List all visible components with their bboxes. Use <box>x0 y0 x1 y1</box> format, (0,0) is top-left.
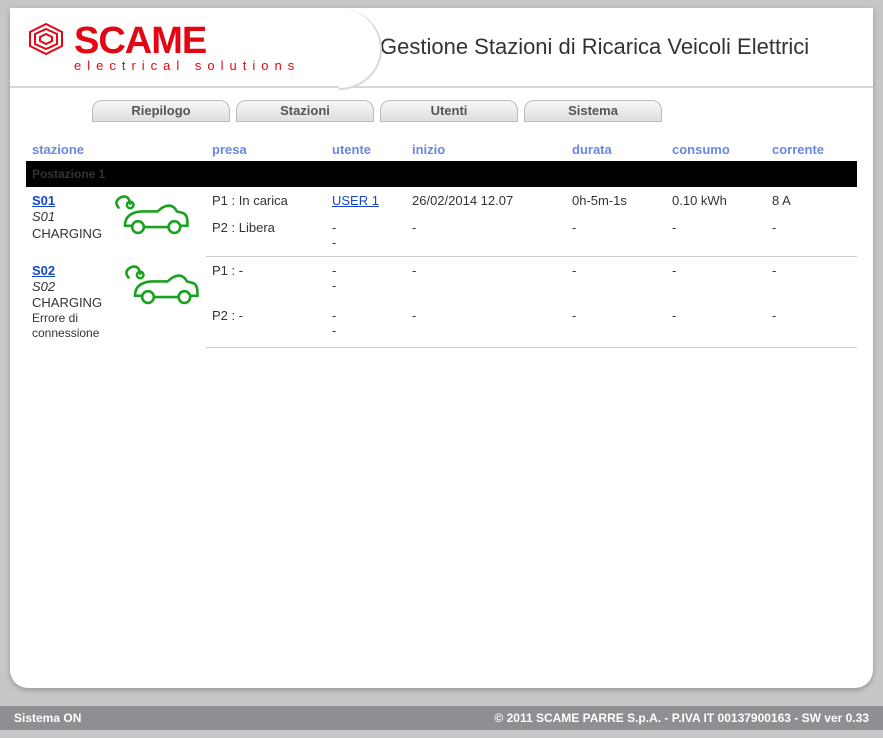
cell-utente: - - <box>326 302 406 347</box>
tab-sistema[interactable]: Sistema <box>524 100 662 122</box>
table-row: S01 S01 CHARGING <box>26 187 857 214</box>
cell-inizio: - <box>406 257 566 302</box>
page-title: Gestione Stazioni di Ricarica Veicoli El… <box>340 34 873 60</box>
station-name: S02 <box>32 279 112 295</box>
user-link[interactable]: USER 1 <box>332 193 379 208</box>
table-row: S02 S02 CHARGING Errore di connessione <box>26 257 857 302</box>
cell-consumo: - <box>666 302 766 347</box>
app-window: SCAME electrical solutions Gestione Staz… <box>10 8 873 688</box>
table-header-row: stazione presa utente inizio durata cons… <box>26 138 857 161</box>
station-error: Errore di connessione <box>32 311 112 341</box>
group-row: Postazione 1 <box>26 161 857 187</box>
col-corrente: corrente <box>766 138 857 161</box>
cell-consumo: - <box>666 214 766 257</box>
brand-name: SCAME <box>74 22 206 60</box>
cell-inizio: 26/02/2014 12.07 <box>406 187 566 214</box>
content-area: stazione presa utente inizio durata cons… <box>10 122 873 348</box>
tab-bar: Riepilogo Stazioni Utenti Sistema <box>10 88 873 122</box>
brand-tagline: electrical solutions <box>28 58 300 73</box>
car-charging-icon <box>112 193 190 242</box>
station-name: S01 <box>32 209 102 225</box>
cell-corrente: - <box>766 302 857 347</box>
tab-stazioni[interactable]: Stazioni <box>236 100 374 122</box>
cell-corrente: - <box>766 257 857 302</box>
system-state: ON <box>63 711 81 725</box>
cell-presa: P2 : - <box>206 302 326 347</box>
logo-icon <box>28 22 64 59</box>
cell-durata: - <box>566 214 666 257</box>
cell-presa: P1 : In carica <box>206 187 326 214</box>
col-stazione: stazione <box>26 138 206 161</box>
car-charging-icon <box>122 263 200 312</box>
cell-consumo: 0.10 kWh <box>666 187 766 214</box>
system-status: Sistema ON <box>14 711 81 725</box>
stations-table: stazione presa utente inizio durata cons… <box>26 138 857 348</box>
cell-utente: - - <box>326 257 406 302</box>
cell-inizio: - <box>406 302 566 347</box>
station-link[interactable]: S01 <box>32 193 102 209</box>
cell-presa: P2 : Libera <box>206 214 326 257</box>
cell-durata: 0h-5m-1s <box>566 187 666 214</box>
header: SCAME electrical solutions Gestione Staz… <box>10 8 873 88</box>
cell-inizio: - <box>406 214 566 257</box>
group-label: Postazione 1 <box>26 161 857 187</box>
tab-utenti[interactable]: Utenti <box>380 100 518 122</box>
station-link[interactable]: S02 <box>32 263 112 279</box>
col-durata: durata <box>566 138 666 161</box>
cell-presa: P1 : - <box>206 257 326 302</box>
cell-durata: - <box>566 302 666 347</box>
station-status: CHARGING <box>32 295 112 311</box>
cell-consumo: - <box>666 257 766 302</box>
col-presa: presa <box>206 138 326 161</box>
brand-logo: SCAME electrical solutions <box>28 22 300 73</box>
col-utente: utente <box>326 138 406 161</box>
station-status: CHARGING <box>32 226 102 242</box>
tab-riepilogo[interactable]: Riepilogo <box>92 100 230 122</box>
col-inizio: inizio <box>406 138 566 161</box>
cell-utente: - - <box>326 214 406 257</box>
col-consumo: consumo <box>666 138 766 161</box>
cell-corrente: 8 A <box>766 187 857 214</box>
copyright: © 2011 SCAME PARRE S.p.A. - P.IVA IT 001… <box>494 711 869 725</box>
cell-durata: - <box>566 257 666 302</box>
logo-area: SCAME electrical solutions <box>10 8 340 86</box>
cell-corrente: - <box>766 214 857 257</box>
footer-bar: Sistema ON © 2011 SCAME PARRE S.p.A. - P… <box>0 706 883 730</box>
